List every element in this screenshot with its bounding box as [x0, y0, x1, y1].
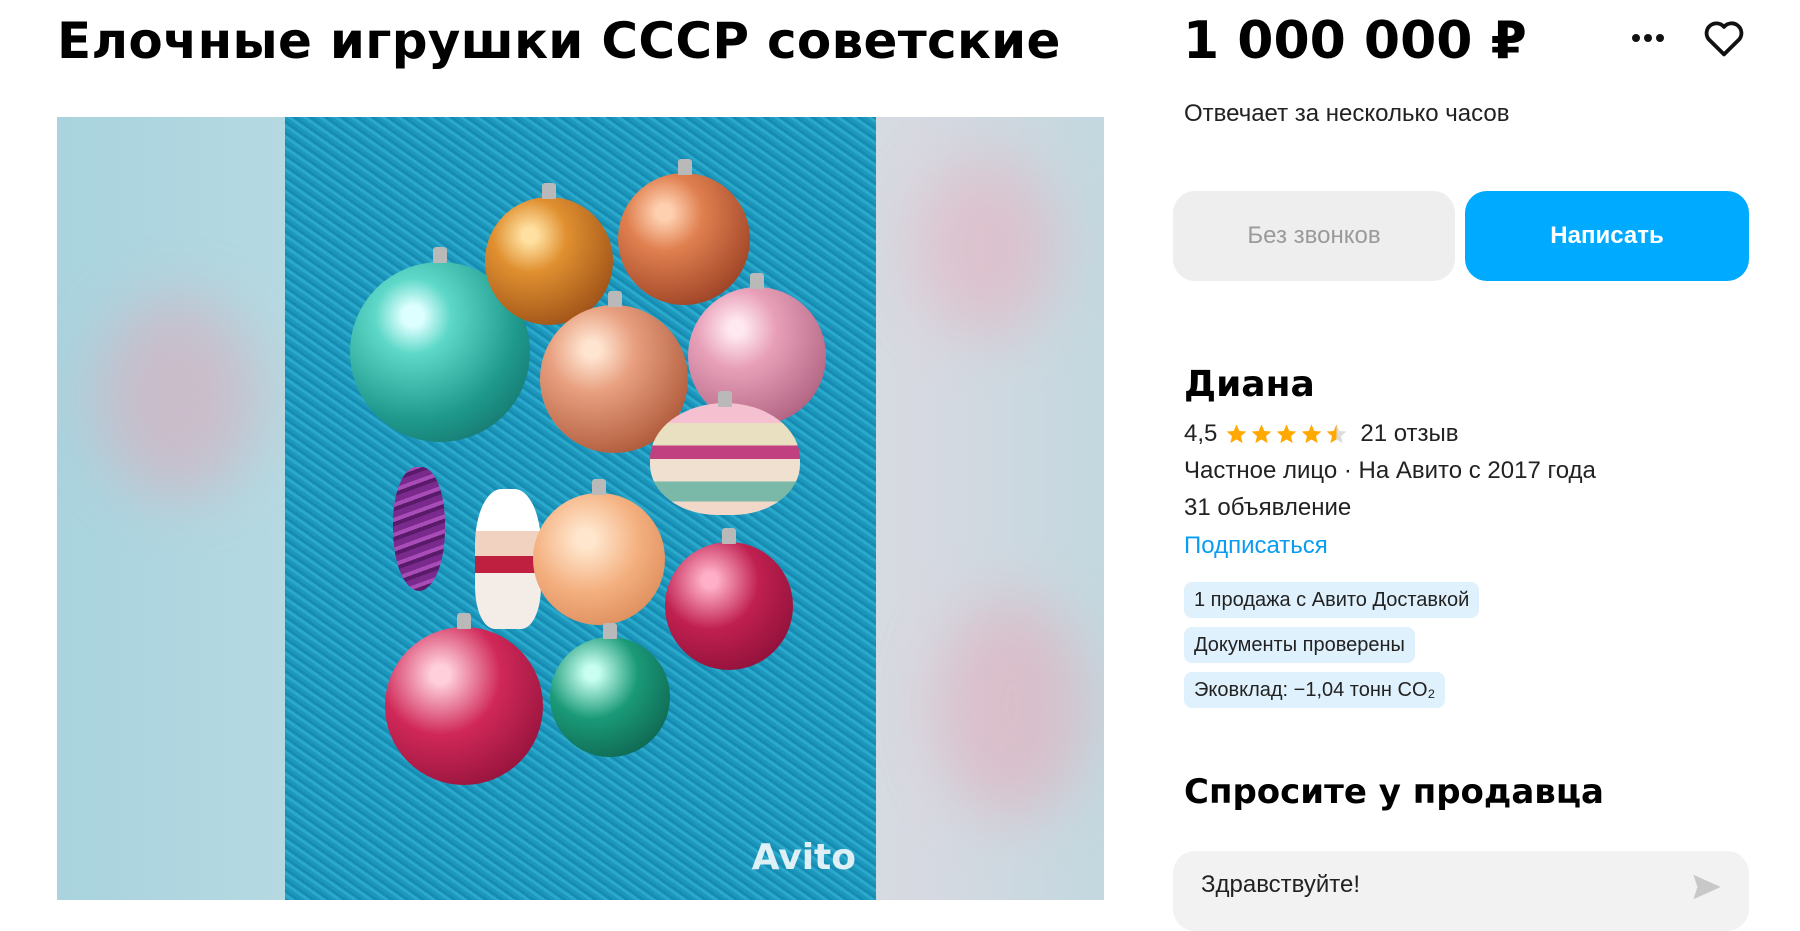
- ornament-copper: [618, 173, 750, 305]
- badge-documents-verified: Документы проверены: [1184, 627, 1415, 663]
- ornament-cap: [433, 247, 447, 263]
- ornament-red-flower: [385, 627, 543, 785]
- listing-photo[interactable]: Avito: [285, 117, 876, 900]
- ornament-cap: [457, 613, 471, 629]
- ornament-cap: [592, 479, 606, 495]
- seller-rating: 4,5 21 отзыв: [1184, 420, 1459, 448]
- rating-value: 4,5: [1184, 420, 1218, 447]
- subscribe-link[interactable]: Подписаться: [1184, 532, 1328, 560]
- photo-gallery[interactable]: Avito: [57, 117, 1104, 900]
- seller-ads-count[interactable]: 31 объявление: [1184, 494, 1351, 522]
- ornament-doll: [475, 489, 541, 629]
- send-icon[interactable]: [1690, 872, 1724, 907]
- star-icon: [1302, 424, 1322, 444]
- reply-time-text: Отвечает за несколько часов: [1184, 100, 1510, 127]
- ornament-striped: [650, 403, 800, 515]
- ornament-pinecone: [393, 467, 445, 591]
- ornament-cap: [718, 391, 732, 407]
- ornament-face: [533, 493, 665, 625]
- star-icon: [1277, 424, 1297, 444]
- ornament-cap: [678, 159, 692, 175]
- ornament-cap: [608, 291, 622, 307]
- ornament-cap: [603, 623, 617, 639]
- blurred-background: [97, 297, 257, 497]
- listing-price: 1 000 000 ₽: [1183, 11, 1527, 71]
- blurred-background: [937, 597, 1087, 817]
- ornament-cap: [542, 183, 556, 199]
- message-input[interactable]: [1173, 851, 1749, 931]
- ornament-cap: [750, 273, 764, 289]
- star-icon: [1327, 424, 1347, 444]
- star-icon: [1227, 424, 1247, 444]
- listing-title: Елочные игрушки СССР советские: [57, 12, 1061, 70]
- blurred-background: [917, 157, 1057, 337]
- badge-eco-contribution: Эковклад: −1,04 тонн CO₂: [1184, 672, 1446, 708]
- seller-type-since: Частное лицо · На Авито с 2017 года: [1184, 457, 1596, 484]
- seller-name[interactable]: Диана: [1184, 364, 1315, 405]
- write-message-button[interactable]: Написать: [1465, 191, 1749, 281]
- reviews-link[interactable]: 21 отзыв: [1360, 420, 1458, 448]
- ornament-cap: [722, 528, 736, 544]
- heart-icon[interactable]: [1696, 10, 1752, 66]
- no-calls-button[interactable]: Без звонков: [1173, 191, 1455, 281]
- more-dots-icon[interactable]: [1620, 10, 1676, 66]
- badge-delivery-sales: 1 продажа с Авито Доставкой: [1184, 582, 1480, 618]
- photo-watermark: Avito: [751, 837, 856, 878]
- rating-stars: [1225, 423, 1350, 445]
- ornament-green: [550, 637, 670, 757]
- ornament-crimson: [665, 542, 793, 670]
- star-icon: [1252, 424, 1272, 444]
- ask-seller-title: Спросите у продавца: [1184, 772, 1604, 812]
- ornament-orange: [485, 197, 613, 325]
